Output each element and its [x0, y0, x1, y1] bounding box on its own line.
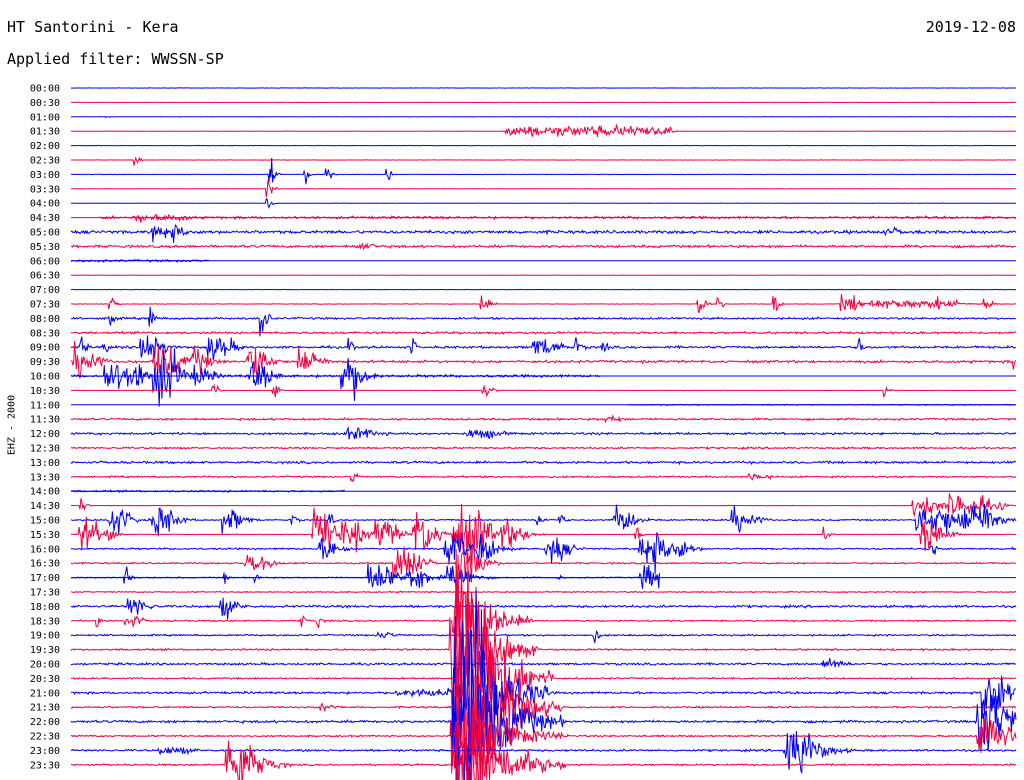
time-label-2000: 20:00: [30, 660, 60, 671]
trace-row-1030: [70, 383, 1017, 399]
time-label-2030: 20:30: [30, 674, 60, 685]
time-label-1700: 17:00: [30, 573, 60, 584]
time-label-1430: 14:30: [30, 501, 60, 512]
trace-row-0330: [70, 179, 1016, 198]
time-label-1600: 16:00: [30, 544, 60, 555]
trace-row-1330: [70, 472, 1017, 482]
time-label-0100: 01:00: [30, 112, 60, 123]
seismic-traces: [70, 87, 1017, 780]
trace-row-0730: [70, 293, 1017, 314]
time-tick-labels: 00:00 00:30 01:00 01:30 02:00 02:30 03:00 03:30…: [30, 84, 60, 772]
time-label-1100: 11:00: [30, 400, 60, 411]
helicorder-chart: 00:00 00:30 01:00 01:30 02:00 02:30 03:00 03:30…: [30, 84, 1017, 780]
time-label-1800: 18:00: [30, 602, 60, 613]
time-label-0800: 08:00: [30, 314, 60, 325]
trace-row-1930: [70, 552, 1017, 710]
trace-row-0830: [70, 330, 1017, 336]
time-label-2100: 21:00: [30, 688, 60, 699]
trace-row-1000: [70, 348, 601, 407]
time-label-1930: 19:30: [30, 645, 60, 656]
time-label-2300: 23:00: [30, 746, 60, 757]
time-label-1300: 13:00: [30, 458, 60, 469]
time-label-1130: 11:30: [30, 415, 60, 426]
trace-row-0230: [71, 156, 1016, 166]
trace-row-2000: [70, 658, 1017, 668]
trace-row-1300: [70, 460, 1017, 466]
time-label-1230: 12:30: [30, 444, 60, 455]
time-label-1030: 10:30: [30, 386, 60, 397]
trace-row-0400: [70, 197, 1017, 210]
time-label-0900: 09:00: [30, 343, 60, 354]
trace-row-0100: [70, 116, 1016, 119]
time-label-1730: 17:30: [30, 588, 60, 599]
time-label-0630: 06:30: [30, 271, 60, 282]
time-label-0700: 07:00: [30, 285, 60, 296]
time-label-1200: 12:00: [30, 429, 60, 440]
time-label-0730: 07:30: [30, 300, 60, 311]
time-label-0030: 00:30: [30, 98, 60, 109]
time-label-1830: 18:30: [30, 616, 60, 627]
trace-row-1230: [70, 446, 1017, 451]
time-label-0530: 05:30: [30, 242, 60, 253]
trace-row-1130: [70, 414, 1017, 424]
trace-row-1900: [70, 630, 1017, 644]
time-label-1900: 19:00: [30, 631, 60, 642]
trace-row-0600: [70, 258, 209, 264]
trace-row-1400: [70, 489, 345, 494]
time-label-0600: 06:00: [30, 256, 60, 267]
time-label-0500: 05:00: [30, 228, 60, 239]
time-label-0930: 09:30: [30, 357, 60, 368]
trace-row-1800: [70, 597, 1017, 620]
trace-row-2230: [70, 705, 1017, 774]
trace-row-1600: [70, 532, 1017, 574]
time-label-0300: 03:00: [30, 170, 60, 181]
trace-row-1430: [71, 493, 1016, 518]
time-label-2130: 21:30: [30, 703, 60, 714]
time-label-0830: 08:30: [30, 328, 60, 339]
trace-row-0130: [70, 123, 1017, 138]
time-label-1500: 15:00: [30, 516, 60, 527]
time-label-0230: 02:30: [30, 156, 60, 167]
time-label-2200: 22:00: [30, 717, 60, 728]
trace-row-1530: [70, 503, 1017, 565]
time-label-0200: 02:00: [30, 141, 60, 152]
time-label-2330: 23:30: [30, 760, 60, 771]
time-label-1400: 14:00: [30, 487, 60, 498]
trace-row-0430: [99, 213, 1016, 223]
trace-row-0500: [70, 223, 1017, 243]
trace-row-2200: [70, 642, 1017, 780]
trace-row-0900: [70, 335, 1017, 361]
trace-row-0530: [70, 242, 1017, 251]
time-label-0430: 04:30: [30, 213, 60, 224]
trace-row-1730: [70, 590, 1017, 594]
time-label-1530: 15:30: [30, 530, 60, 541]
trace-row-1500: [70, 504, 1017, 537]
time-label-0000: 00:00: [30, 84, 60, 95]
time-label-1000: 10:00: [30, 372, 60, 383]
time-label-0400: 04:00: [30, 199, 60, 210]
trace-row-1200: [70, 425, 1017, 440]
time-label-1630: 16:30: [30, 559, 60, 570]
time-label-1330: 13:30: [30, 472, 60, 483]
trace-row-0300: [71, 157, 1017, 185]
time-label-0130: 01:30: [30, 127, 60, 138]
time-label-2230: 22:30: [30, 732, 60, 743]
time-label-0330: 03:30: [30, 184, 60, 195]
